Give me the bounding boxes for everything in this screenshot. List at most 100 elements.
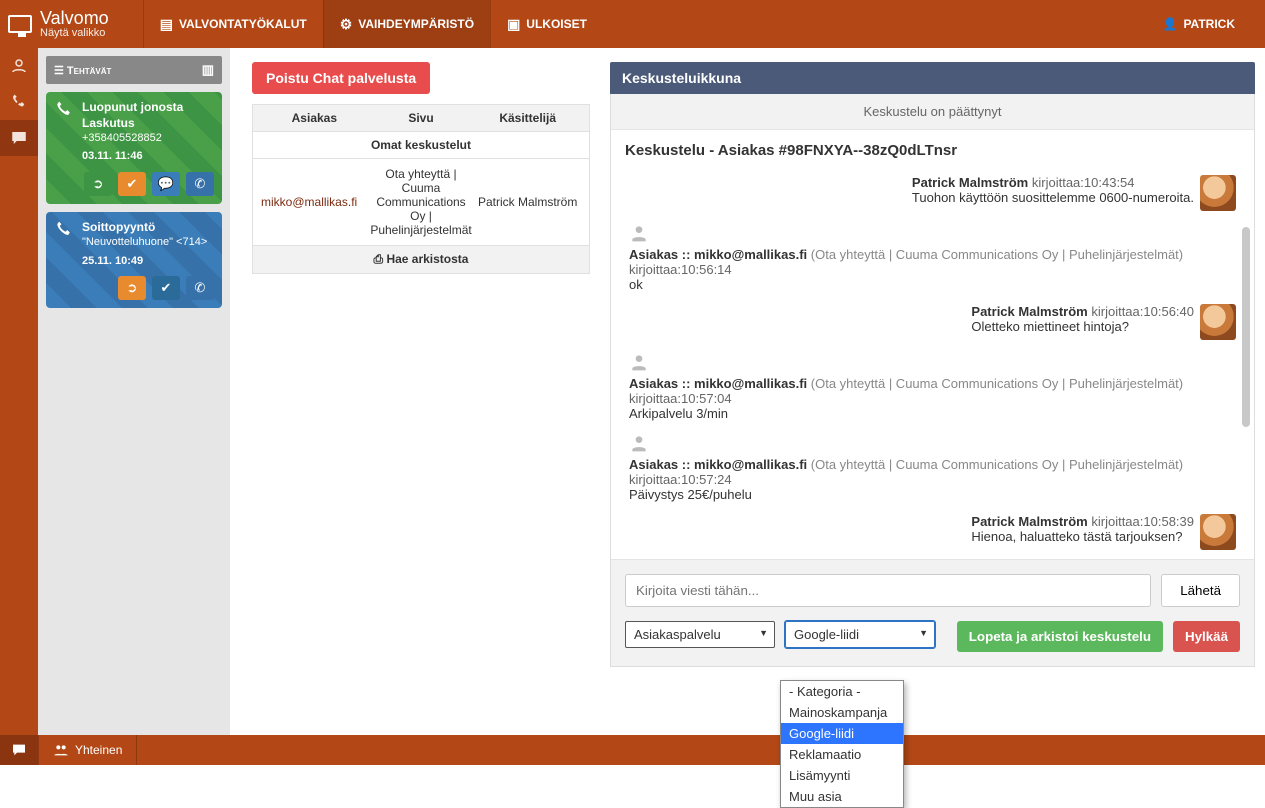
action-out-icon[interactable]: ➲ xyxy=(118,276,146,300)
rail-chat-icon[interactable] xyxy=(0,120,38,156)
agent-avatar xyxy=(1200,304,1236,340)
monitor-icon xyxy=(8,15,32,33)
layers-icon: ☰ xyxy=(54,65,67,77)
dropdown-option[interactable]: - Kategoria - xyxy=(781,681,903,702)
card-time: 03.11. 11:46 xyxy=(82,149,214,163)
card-phone: +358405528852 xyxy=(82,131,214,145)
task-card-abandoned[interactable]: Luopunut jonosta Laskutus +358405528852 … xyxy=(46,92,222,204)
msg-text: Hienoa, haluatteko tästä tarjouksen? xyxy=(971,529,1182,544)
phone-incoming-icon xyxy=(54,100,74,120)
archive-search-link[interactable]: ⎙ Hae arkistosta xyxy=(252,246,590,274)
msg-time: 10:58:39 xyxy=(1143,514,1194,529)
action-chat-icon[interactable]: 💬 xyxy=(152,172,180,196)
msg-text: Arkipalvelu 3/min xyxy=(629,406,728,421)
card-sub: "Neuvotteluhuone" <714> xyxy=(82,235,214,249)
card-title: Soittopyyntö xyxy=(82,220,214,236)
action-call-icon[interactable]: ✆ xyxy=(186,172,214,196)
messages-pane[interactable]: Patrick Malmström kirjoittaa:10:43:54 Tu… xyxy=(611,167,1254,559)
dropdown-option[interactable]: Reklamaatio xyxy=(781,744,903,765)
message-agent: Patrick Malmström kirjoittaa:10:58:39 Hi… xyxy=(621,514,1236,550)
reject-button[interactable]: Hylkää xyxy=(1173,621,1240,652)
action-call-icon[interactable]: ✆ xyxy=(186,276,214,300)
rail-presence-icon[interactable] xyxy=(0,48,38,84)
msg-text: Päivystys 25€/puhelu xyxy=(629,487,752,502)
message-agent: Patrick Malmström kirjoittaa:10:43:54 Tu… xyxy=(621,175,1236,211)
msg-author: Asiakas :: mikko@mallikas.fi xyxy=(629,376,807,391)
category-select[interactable]: Google-liidi xyxy=(785,621,935,648)
table-header: Asiakas Sivu Käsittelijä xyxy=(252,104,590,132)
rail-phone-off-icon[interactable] xyxy=(0,84,38,120)
action-out-icon[interactable]: ➲ xyxy=(84,172,112,196)
category-dropdown[interactable]: - Kategoria - Mainoskampanja Google-liid… xyxy=(780,680,904,808)
user-icon xyxy=(629,223,649,243)
msg-text: Tuohon käyttöön suosittelemme 0600-numer… xyxy=(912,190,1194,205)
msg-source: (Ota yhteyttä | Cuuma Communications Oy … xyxy=(811,457,1183,472)
chat-list-column: Poistu Chat palvelusta Asiakas Sivu Käsi… xyxy=(252,62,590,274)
msg-author: Asiakas :: mikko@mallikas.fi xyxy=(629,247,807,262)
msg-time: 10:43:54 xyxy=(1084,175,1135,190)
cell-handler: Patrick Malmström xyxy=(474,195,581,209)
side-header[interactable]: ☰ Tehtävät ▥ xyxy=(46,56,222,84)
dropdown-option[interactable]: Lisämyynti xyxy=(781,765,903,786)
col-handler: Käsittelijä xyxy=(474,111,581,125)
queue-select[interactable]: Asiakaspalvelu xyxy=(625,621,775,648)
msg-text: ok xyxy=(629,277,643,292)
table-row[interactable]: mikko@mallikas.fi Ota yhteyttä | Cuuma C… xyxy=(252,159,590,246)
dropdown-option[interactable]: Mainoskampanja xyxy=(781,702,903,723)
message-input[interactable] xyxy=(625,574,1151,607)
brand-subtitle[interactable]: Näytä valikko xyxy=(40,27,109,39)
nav-switch-env[interactable]: ⚙VAIHDEYMPÄRISTÖ xyxy=(323,0,490,48)
archive-icon: ⎙ xyxy=(374,252,387,266)
cell-page: Ota yhteyttä | Cuuma Communications Oy |… xyxy=(368,167,475,237)
exit-chat-service-button[interactable]: Poistu Chat palvelusta xyxy=(252,62,430,94)
message-client: Asiakas :: mikko@mallikas.fi (Ota yhteyt… xyxy=(629,433,1236,502)
conversation-title: Keskustelu - Asiakas #98FNXYA--38zQ0dLTn… xyxy=(611,130,1254,167)
msg-time: 10:56:14 xyxy=(681,262,732,277)
nav-external[interactable]: ▣ULKOISET xyxy=(490,0,603,48)
bottom-chat-icon[interactable] xyxy=(0,735,38,765)
msg-author: Patrick Malmström xyxy=(971,514,1087,529)
gear-icon: ⚙ xyxy=(340,16,353,33)
action-check-icon[interactable]: ✔ xyxy=(152,276,180,300)
col-page: Sivu xyxy=(368,111,475,125)
archive-conversation-button[interactable]: Lopeta ja arkistoi keskustelu xyxy=(957,621,1163,652)
agent-avatar xyxy=(1200,514,1236,550)
msg-text: Oletteko miettineet hintoja? xyxy=(971,319,1129,334)
conversation-ended-banner: Keskustelu on päättynyt xyxy=(611,94,1254,130)
col-customer: Asiakas xyxy=(261,111,368,125)
user-icon: 👤 xyxy=(1162,17,1177,31)
message-client: Asiakas :: mikko@mallikas.fi (Ota yhteyt… xyxy=(629,223,1236,292)
msg-time: 10:57:24 xyxy=(681,472,732,487)
archive-box-icon[interactable]: ▥ xyxy=(202,62,214,78)
side-panel: ☰ Tehtävät ▥ Luopunut jonosta Laskutus +… xyxy=(38,48,230,735)
task-card-callback[interactable]: Soittopyyntö "Neuvotteluhuone" <714> 25.… xyxy=(46,212,222,308)
user-icon xyxy=(629,352,649,372)
msg-source: (Ota yhteyttä | Cuuma Communications Oy … xyxy=(811,376,1183,391)
send-button[interactable]: Lähetä xyxy=(1161,574,1240,607)
msg-author: Asiakas :: mikko@mallikas.fi xyxy=(629,457,807,472)
brand-title: Valvomo xyxy=(40,9,109,27)
bottom-bar: Yhteinen xyxy=(0,735,1265,765)
phone-callback-icon xyxy=(54,220,74,240)
cell-customer: mikko@mallikas.fi xyxy=(261,195,368,209)
main-area: Poistu Chat palvelusta Asiakas Sivu Käsi… xyxy=(230,48,1255,735)
action-check-icon[interactable]: ✔ xyxy=(118,172,146,196)
brand[interactable]: Valvomo Näytä valikko xyxy=(0,0,123,48)
scrollbar[interactable] xyxy=(1242,227,1250,427)
nav-monitoring-tools[interactable]: ▤VALVONTATYÖKALUT xyxy=(143,0,323,48)
dropdown-option[interactable]: Muu asia xyxy=(781,786,903,807)
msg-time: 10:57:04 xyxy=(681,391,732,406)
table-section: Omat keskustelut xyxy=(252,132,590,159)
card-sub: Laskutus xyxy=(82,116,214,132)
user-icon xyxy=(629,433,649,453)
card-time: 25.11. 10:49 xyxy=(82,254,214,268)
conversation-column: Keskusteluikkuna Keskustelu on päättynyt… xyxy=(610,62,1255,667)
msg-source: (Ota yhteyttä | Cuuma Communications Oy … xyxy=(811,247,1183,262)
dropdown-option-selected[interactable]: Google-liidi xyxy=(781,723,903,744)
monitor-icon: ▣ xyxy=(507,16,520,33)
left-rail xyxy=(0,48,38,735)
nav-user[interactable]: 👤PATRICK xyxy=(1132,17,1265,31)
top-nav: Valvomo Näytä valikko ▤VALVONTATYÖKALUT … xyxy=(0,0,1265,48)
message-client: Asiakas :: mikko@mallikas.fi (Ota yhteyt… xyxy=(629,352,1236,421)
bottom-shared-tab[interactable]: Yhteinen xyxy=(38,735,137,765)
